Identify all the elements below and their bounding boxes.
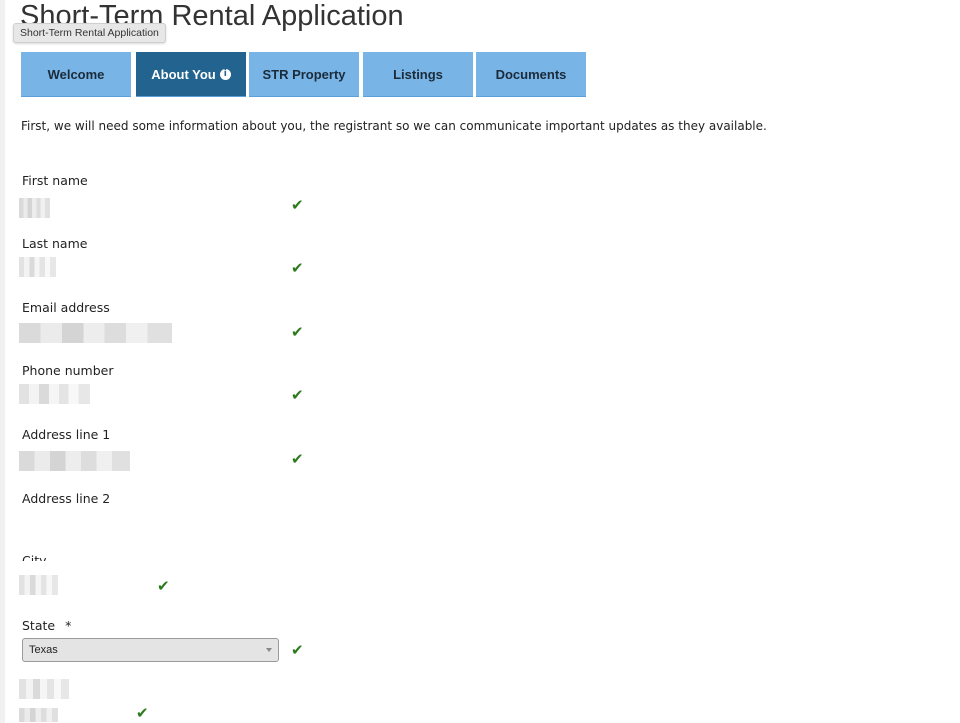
- zip-label-redacted: [19, 679, 69, 699]
- tab-about-you-label: About You: [151, 66, 216, 82]
- zip-field[interactable]: [19, 708, 58, 722]
- tab-documents-label: Documents: [495, 66, 567, 82]
- city-field[interactable]: [19, 575, 58, 595]
- tab-listings-label: Listings: [393, 66, 443, 82]
- first-name-valid-check-icon: ✔: [291, 196, 304, 214]
- email-valid-check-icon: ✔: [291, 323, 304, 341]
- address-line-1-label: Address line 1: [22, 427, 111, 442]
- tab-listings[interactable]: Listings: [363, 52, 473, 97]
- zip-valid-check-icon: ✔: [136, 704, 149, 722]
- tab-about-you[interactable]: About You i: [136, 52, 246, 97]
- email-field[interactable]: [19, 323, 172, 343]
- city-label: City: [22, 553, 47, 561]
- address-line-1-field[interactable]: [19, 451, 130, 471]
- first-name-field[interactable]: [19, 198, 50, 218]
- state-select[interactable]: Texas: [22, 638, 279, 662]
- state-label: State *: [22, 618, 71, 633]
- dropdown-arrow-icon: [266, 648, 272, 652]
- tab-str-property-label: STR Property: [262, 66, 346, 82]
- state-label-text: State: [22, 618, 56, 633]
- tab-str-property[interactable]: STR Property: [249, 52, 359, 97]
- required-asterisk: *: [65, 618, 72, 633]
- window-left-edge: [0, 0, 5, 723]
- email-label: Email address: [22, 300, 110, 315]
- last-name-valid-check-icon: ✔: [291, 259, 304, 277]
- title-tooltip: Short-Term Rental Application: [13, 23, 166, 43]
- address-line-1-valid-check-icon: ✔: [291, 450, 304, 468]
- phone-field[interactable]: [19, 384, 90, 404]
- first-name-label: First name: [22, 173, 88, 188]
- tab-documents[interactable]: Documents: [476, 52, 586, 97]
- phone-valid-check-icon: ✔: [291, 386, 304, 404]
- tab-welcome-label: Welcome: [47, 66, 105, 82]
- phone-label: Phone number: [22, 363, 114, 378]
- last-name-label: Last name: [22, 236, 88, 251]
- state-select-value: Texas: [29, 644, 58, 656]
- last-name-field[interactable]: [19, 257, 56, 277]
- tab-welcome[interactable]: Welcome: [21, 52, 131, 97]
- intro-text: First, we will need some information abo…: [21, 119, 767, 133]
- state-valid-check-icon: ✔: [291, 641, 304, 659]
- city-valid-check-icon: ✔: [157, 577, 170, 595]
- info-icon: i: [219, 68, 231, 80]
- address-line-2-label: Address line 2: [22, 491, 111, 506]
